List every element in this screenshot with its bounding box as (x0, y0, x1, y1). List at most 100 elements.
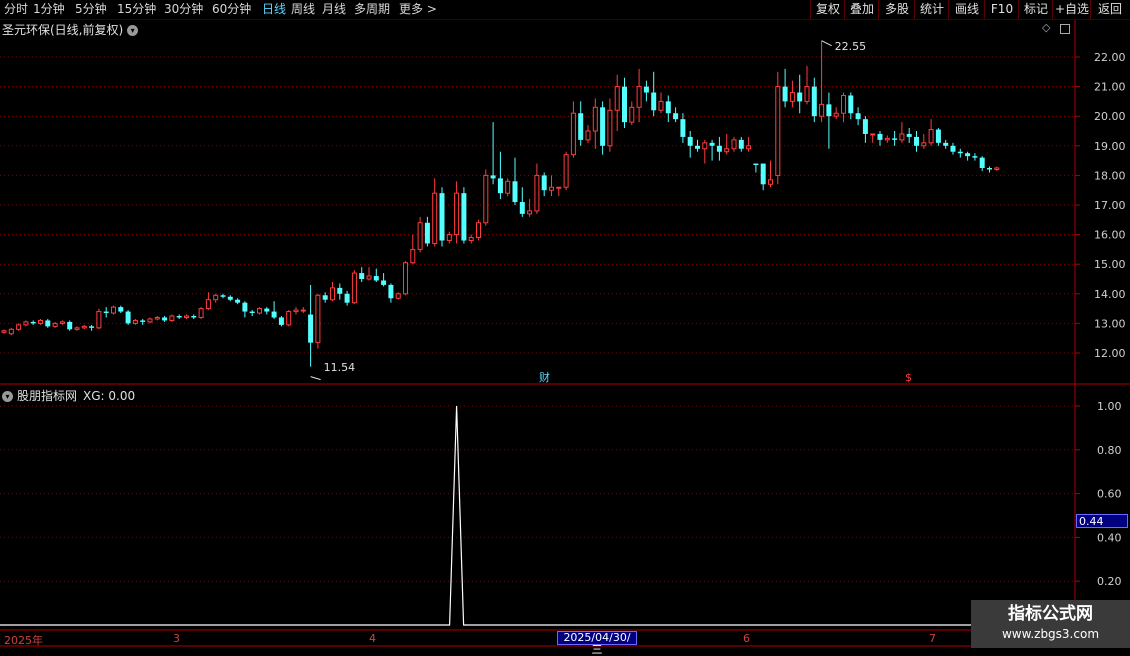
candle-body (38, 319, 43, 324)
candle-body (833, 112, 839, 117)
candle (556, 186, 562, 197)
candle-body (746, 145, 752, 150)
candle (395, 292, 401, 300)
candle-body (242, 302, 248, 312)
candle-body (373, 276, 379, 281)
candle (439, 187, 445, 247)
candle (534, 163, 540, 214)
cursor-date-box: 2025/04/30/三 (557, 631, 637, 656)
candle-body (855, 113, 861, 120)
chevron-down-icon[interactable]: ▾ (2, 391, 13, 402)
price-tick-label: 16.00 (1094, 229, 1126, 242)
candle (271, 301, 277, 319)
candle-body (906, 133, 912, 137)
candle-body (132, 319, 138, 324)
candle (680, 113, 686, 143)
candle-body (315, 294, 321, 344)
date-label-june: 6 (743, 632, 750, 645)
candle-body (760, 163, 766, 185)
candle (483, 169, 489, 226)
candle-body (198, 308, 204, 318)
candle (855, 107, 861, 126)
candle-body (972, 156, 978, 158)
candle-body (249, 311, 255, 314)
candle-body (826, 104, 832, 117)
candle (782, 68, 788, 108)
candle (870, 133, 876, 143)
candle (278, 316, 284, 327)
candle (804, 65, 810, 105)
candle (198, 307, 204, 319)
candle (841, 92, 846, 123)
candle (227, 295, 233, 302)
candle-body (789, 92, 795, 102)
indicator-tick-label: 0.60 (1097, 488, 1122, 501)
candle (563, 151, 569, 191)
candle-body (1, 330, 7, 333)
candle-body (293, 309, 299, 313)
candle (892, 131, 898, 146)
candle (81, 324, 87, 330)
candle-body (81, 325, 87, 329)
xg-line (0, 405, 997, 626)
candle (191, 314, 197, 319)
date-label-year: 2025年 (4, 634, 43, 647)
candle-body (738, 139, 744, 149)
watermark: 指标公式网 www.zbgs3.com (971, 600, 1130, 648)
candle (213, 293, 219, 303)
candle-body (950, 145, 956, 152)
candle-body (636, 86, 642, 108)
candle-body (118, 307, 124, 312)
candle (154, 316, 160, 321)
candle-body (468, 237, 474, 242)
candle-body (695, 145, 700, 149)
candle (351, 270, 357, 305)
candle-body (154, 316, 160, 320)
candle (315, 293, 321, 349)
candle (23, 320, 29, 327)
candle (768, 160, 773, 188)
candle-body (892, 138, 898, 140)
indicator-tick-label: 1.00 (1097, 400, 1122, 413)
kline-chart[interactable]: 22.00 21.00 20.00 19.00 18.00 17.00 16.00 15.00… (0, 0, 1130, 650)
candle-body (227, 296, 233, 300)
candle (651, 71, 657, 117)
candle-body (454, 192, 460, 236)
date-label-april: 4 (369, 632, 376, 645)
candle-body (205, 299, 211, 310)
candle (987, 166, 992, 173)
candle (622, 77, 627, 129)
candle (658, 92, 664, 114)
candle (884, 135, 890, 143)
candle (162, 316, 168, 322)
candle-body (235, 299, 241, 303)
candle (59, 320, 65, 325)
candle (132, 318, 138, 325)
candle-body (957, 151, 963, 154)
candle-body (8, 328, 14, 335)
candle (205, 292, 211, 311)
candle-body (884, 137, 890, 141)
indicator-tick-label: 0.80 (1097, 444, 1122, 457)
candle (928, 119, 934, 146)
candle (111, 305, 116, 315)
candle (731, 136, 737, 152)
candle (16, 323, 22, 331)
candle-body (512, 181, 518, 203)
candle (972, 153, 978, 161)
candle-body (570, 112, 576, 156)
candle (454, 181, 460, 244)
candle-body (432, 192, 438, 244)
candle-body (753, 163, 759, 166)
candle (994, 166, 1000, 171)
candle (381, 273, 387, 287)
candle-body (410, 248, 416, 264)
candle-body (45, 320, 51, 327)
candle (789, 80, 795, 108)
candle (242, 301, 248, 318)
candle-body (213, 294, 219, 301)
candle (833, 107, 839, 120)
candle (935, 128, 941, 146)
candle-body (184, 315, 189, 318)
indicator-panel: 1.00 0.80 0.60 0.40 0.20 (0, 400, 1122, 626)
